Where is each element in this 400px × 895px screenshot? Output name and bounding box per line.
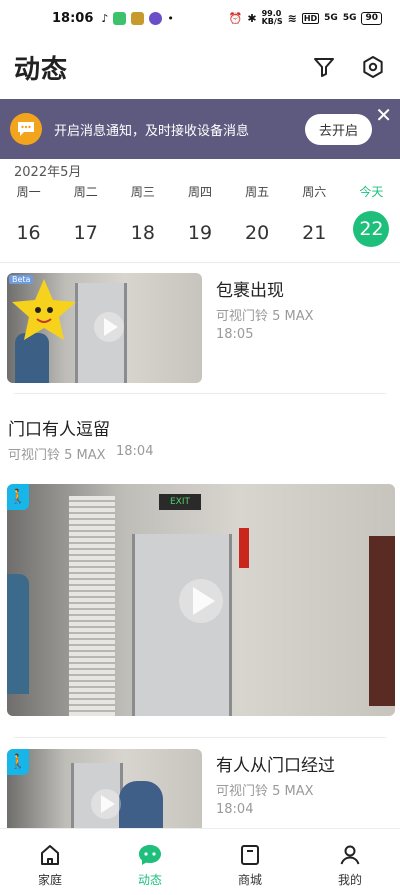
event-video-preview[interactable]: EXIT 🚶: [7, 484, 395, 716]
bottom-navigation: 家庭 动态 商城 我的: [0, 828, 400, 895]
nav-profile[interactable]: 我的: [300, 829, 400, 895]
enable-notifications-button[interactable]: 去开启: [304, 113, 372, 145]
event-device: 可视门铃 5 MAX: [216, 784, 314, 799]
event-title[interactable]: 有人从门口经过: [216, 751, 335, 776]
alarm-icon: ⏰: [228, 11, 243, 25]
calendar-month: 2022年5月: [14, 165, 82, 180]
event-thumbnail[interactable]: Beta: [7, 273, 202, 383]
settings-button[interactable]: [358, 52, 388, 82]
event-device: 可视门铃 5 MAX: [8, 448, 106, 463]
app-notification-icon: [149, 11, 163, 25]
hd-icon: HD: [301, 12, 320, 24]
weekday-label: 周五: [245, 185, 270, 199]
chat-bubble-icon: [139, 845, 161, 865]
store-icon: [241, 845, 259, 865]
status-bar: 18:06 ♪ • ⏰ ✱ 99.0 KB/S ≋ HD 5G 5G 90: [0, 0, 400, 36]
banner-text: 开启消息通知，及时接收设备消息: [54, 123, 250, 139]
calendar-day[interactable]: 周四 19: [171, 183, 228, 251]
nav-label: 我的: [337, 873, 362, 887]
event-time: 18:04: [116, 444, 154, 459]
filter-button[interactable]: [309, 52, 339, 82]
event-title[interactable]: 包裹出现: [216, 276, 284, 301]
date-label: 22: [353, 211, 390, 247]
event-title[interactable]: 门口有人逗留: [8, 415, 110, 440]
close-icon[interactable]: ✕: [375, 105, 392, 125]
page-title: 动态: [14, 54, 69, 85]
calendar-day[interactable]: 周一 16: [0, 183, 57, 251]
nav-label: 动态: [137, 873, 162, 887]
play-icon[interactable]: [91, 789, 121, 819]
person-silhouette: [7, 574, 29, 694]
status-notification-icons: ♪ •: [101, 11, 174, 25]
weekday-label: 周一: [16, 185, 41, 199]
status-time: 18:06: [52, 10, 94, 26]
settings-icon: [363, 56, 383, 78]
app-notification-icon: [113, 11, 127, 25]
play-icon[interactable]: [179, 579, 223, 623]
wifi-icon: ≋: [287, 11, 297, 25]
nav-label: 家庭: [37, 873, 62, 887]
page-header: 动态: [0, 44, 400, 90]
red-door: [369, 536, 395, 706]
weekday-label: 周六: [302, 185, 327, 199]
message-bubble-icon: [10, 113, 42, 145]
status-system-icons: ⏰ ✱ 99.0 KB/S ≋ HD 5G 5G 90: [229, 10, 382, 26]
motion-person-icon: 🚶: [7, 749, 29, 775]
date-label: 17: [73, 222, 98, 244]
divider: [0, 262, 400, 263]
play-icon[interactable]: [94, 312, 124, 342]
calendar-day[interactable]: 周六 21: [286, 183, 343, 251]
app-notification-icon: [131, 11, 145, 25]
more-dot-icon: •: [167, 11, 174, 25]
star-sticker-icon: [12, 279, 76, 340]
date-label: 18: [130, 222, 155, 244]
motion-person-icon: 🚶: [7, 484, 29, 510]
signal-icon: 5G: [324, 13, 338, 23]
beta-badge: Beta: [9, 275, 34, 284]
profile-icon: [340, 845, 360, 865]
home-icon: [41, 845, 59, 865]
nav-feed[interactable]: 动态: [100, 829, 200, 895]
nav-label: 商城: [237, 873, 262, 887]
calendar-day[interactable]: 周五 20: [229, 183, 286, 251]
event-time: 18:04: [216, 802, 254, 817]
event-thumbnail[interactable]: 🚶: [7, 749, 202, 829]
signal-icon: 5G: [342, 13, 357, 23]
weekday-label: 周二: [73, 185, 98, 199]
notification-banner: 开启消息通知，及时接收设备消息 去开启 ✕: [0, 99, 400, 159]
event-time: 18:05: [216, 327, 254, 342]
bluetooth-icon: ✱: [247, 11, 257, 25]
net-speed: 99.0 KB/S: [261, 9, 283, 26]
person-silhouette: [119, 781, 163, 829]
filter-icon: [314, 58, 334, 77]
nav-home[interactable]: 家庭: [0, 829, 100, 895]
date-label: 21: [302, 222, 327, 244]
divider: [14, 737, 386, 738]
couplet-left: [239, 528, 249, 568]
date-label: 20: [245, 222, 270, 244]
week-strip: 周一 16 周二 17 周三 18 周四 19 周五 20 周六 21 今天 22: [0, 183, 400, 251]
weekday-label: 周四: [187, 185, 212, 199]
divider: [14, 393, 386, 394]
louver-door: [69, 496, 115, 716]
event-device: 可视门铃 5 MAX: [216, 309, 314, 324]
date-label: 19: [187, 222, 213, 244]
weekday-label: 今天: [359, 185, 384, 199]
calendar-day-today[interactable]: 今天 22: [343, 183, 400, 251]
calendar-day[interactable]: 周二 17: [57, 183, 114, 251]
calendar-day[interactable]: 周三 18: [114, 183, 171, 251]
weekday-label: 周三: [130, 185, 155, 199]
battery-icon: 90: [361, 11, 382, 25]
app-notification-icon: ♪: [101, 11, 109, 25]
nav-store[interactable]: 商城: [200, 829, 300, 895]
exit-sign: EXIT: [159, 494, 201, 510]
date-label: 16: [16, 222, 41, 244]
